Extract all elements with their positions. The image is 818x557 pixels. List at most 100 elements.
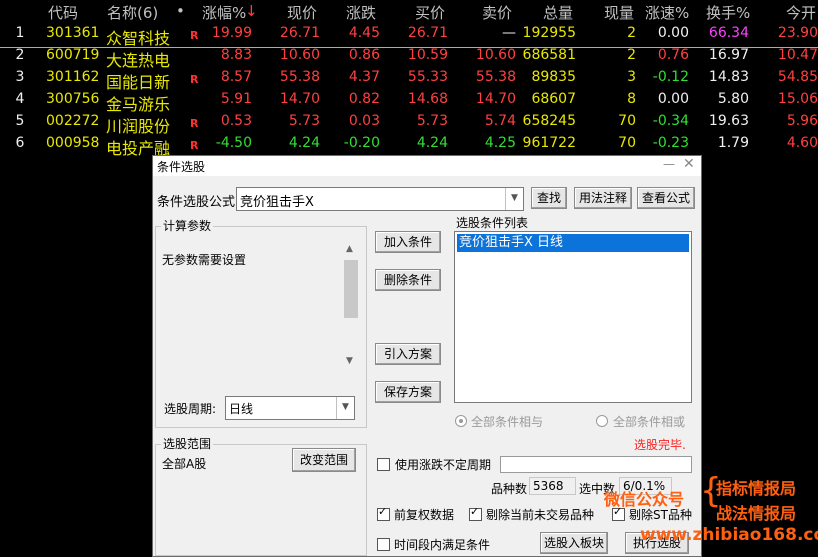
- cell-chg: 4.45: [348, 25, 380, 41]
- cell-code: 301162: [46, 69, 100, 85]
- cell-vol: 658245: [522, 113, 576, 129]
- view-formula-button[interactable]: 查看公式: [637, 187, 695, 209]
- cell-bid: 5.73: [416, 113, 448, 129]
- cell-chg: 4.37: [348, 69, 380, 85]
- period-meet-checkbox[interactable]: [377, 538, 390, 551]
- col-ask[interactable]: 卖价: [482, 2, 512, 23]
- radio-or-label: 全部条件相或: [613, 415, 686, 429]
- chevron-up-icon[interactable]: ▲: [346, 244, 353, 254]
- cell-ask: 14.70: [475, 91, 516, 107]
- cell-code: 000958: [46, 135, 100, 151]
- minimize-icon[interactable]: —: [663, 157, 675, 171]
- cell-pct: 8.57: [220, 69, 252, 85]
- cell-flag: R: [190, 29, 199, 42]
- col-pct[interactable]: 涨幅%: [202, 2, 246, 23]
- cell-name: 大连热电: [106, 51, 171, 70]
- cell-price: 4.24: [288, 135, 320, 151]
- cell-vol: 68607: [531, 91, 576, 107]
- params-scrollbar[interactable]: ▲ ▼: [343, 244, 359, 371]
- cell-idx: 3: [15, 69, 25, 85]
- watermark-line2: 指标情报局: [716, 479, 797, 498]
- cell-ask: 10.60: [475, 47, 516, 63]
- col-name[interactable]: 名称(6): [107, 2, 158, 23]
- watermark-wechat: 微信公众号: [604, 490, 685, 509]
- cell-name: 国能日新: [106, 73, 171, 92]
- col-price[interactable]: 现价: [287, 2, 317, 23]
- cell-chg: 0.03: [348, 113, 380, 129]
- table-row[interactable]: 5 002272 川润股份 R 0.53 5.73 0.03 5.73 5.74 658245 70…: [0, 113, 818, 136]
- dialog-titlebar[interactable]: 条件选股 — ✕: [153, 156, 701, 176]
- chevron-down-icon[interactable]: ▼: [505, 188, 523, 210]
- add-to-block-button[interactable]: 选股入板块: [540, 532, 608, 554]
- params-label: 计算参数: [161, 217, 214, 234]
- period-meet-label: 时间段内满足条件: [394, 538, 491, 552]
- cell-idx: 2: [15, 47, 25, 63]
- period-select[interactable]: 日线 ▼: [225, 396, 355, 420]
- cell-cur: 2: [627, 47, 636, 63]
- chevron-down-icon[interactable]: ▼: [346, 356, 353, 366]
- cell-pct: -4.50: [215, 135, 252, 151]
- notrade-label: 剔除当前未交易品种: [486, 508, 595, 522]
- chevron-down-icon[interactable]: ▼: [336, 397, 354, 419]
- col-bid[interactable]: 买价: [415, 2, 445, 23]
- cell-speed: 0.00: [657, 25, 689, 41]
- col-open[interactable]: 今开: [786, 2, 816, 23]
- delete-condition-button[interactable]: 删除条件: [375, 269, 441, 291]
- cell-speed: -0.23: [652, 135, 689, 151]
- table-row[interactable]: 6 000958 电投产融 R -4.50 4.24 -0.20 4.24 4.25 961722…: [0, 135, 818, 158]
- radio-and[interactable]: [455, 415, 467, 427]
- cell-bid: 10.59: [407, 47, 448, 63]
- scroll-thumb[interactable]: [344, 260, 358, 318]
- cell-turn: 14.83: [708, 69, 749, 85]
- import-plan-button[interactable]: 引入方案: [375, 343, 441, 365]
- col-chg[interactable]: 涨跌: [346, 2, 376, 23]
- list-item[interactable]: 竞价狙击手X 日线: [457, 234, 689, 252]
- cell-chg: -0.20: [343, 135, 380, 151]
- uncertain-period-input[interactable]: [500, 456, 692, 473]
- cell-turn: 5.80: [717, 91, 749, 107]
- cell-vol: 192955: [522, 25, 576, 41]
- cell-bid: 4.24: [416, 135, 448, 151]
- cell-bid: 14.68: [407, 91, 448, 107]
- add-condition-button[interactable]: 加入条件: [375, 231, 441, 253]
- condition-list[interactable]: 竞价狙击手X 日线: [454, 231, 692, 403]
- sort-desc-icon: ↓: [245, 2, 258, 20]
- save-plan-button[interactable]: 保存方案: [375, 381, 441, 403]
- change-range-button[interactable]: 改变范围: [292, 448, 356, 472]
- range-label: 选股范围: [161, 435, 214, 452]
- table-row[interactable]: 4 300756 金马游乐 5.91 14.70 0.82 14.68 14.70 68607 8…: [0, 91, 818, 114]
- col-code[interactable]: 代码: [48, 2, 78, 23]
- usage-note-button[interactable]: 用法注释: [574, 187, 632, 209]
- formula-select[interactable]: 竞价狙击手X ▼: [236, 187, 524, 211]
- cell-code: 002272: [46, 113, 100, 129]
- cell-open: 10.47: [777, 47, 818, 63]
- count-value: 5368: [529, 477, 576, 495]
- cell-price: 55.38: [279, 69, 320, 85]
- cell-idx: 4: [15, 91, 25, 107]
- fq-checkbox[interactable]: [377, 505, 390, 521]
- col-cur[interactable]: 现量: [604, 2, 634, 23]
- watermark-line3: 战法情报局: [716, 504, 797, 523]
- notrade-checkbox[interactable]: [469, 505, 482, 521]
- cell-pct: 8.83: [220, 47, 252, 63]
- cell-pct: 19.99: [211, 25, 252, 41]
- cell-code: 300756: [46, 91, 100, 107]
- cell-code: 600719: [46, 47, 100, 63]
- cell-price: 10.60: [279, 47, 320, 63]
- col-turn[interactable]: 换手%: [706, 2, 750, 23]
- radio-or[interactable]: [596, 415, 608, 427]
- close-icon[interactable]: ✕: [683, 156, 695, 172]
- cell-flag: R: [190, 73, 199, 86]
- col-vol[interactable]: 总量: [543, 2, 573, 23]
- find-button[interactable]: 查找: [531, 187, 567, 209]
- table-row[interactable]: 3 301162 国能日新 R 8.57 55.38 4.37 55.33 55.38 89835…: [0, 69, 818, 92]
- col-speed[interactable]: 涨速%: [645, 2, 689, 23]
- dialog-title: 条件选股: [157, 160, 206, 174]
- cell-price: 5.73: [288, 113, 320, 129]
- period-label: 选股周期:: [164, 402, 217, 416]
- table-row[interactable]: 2 600719 大连热电 8.83 10.60 0.86 10.59 10.60 686581…: [0, 47, 818, 70]
- table-row[interactable]: 1 301361 众智科技 R 19.99 26.71 4.45 26.71 — 192955 2 0…: [0, 25, 818, 48]
- cell-price: 14.70: [279, 91, 320, 107]
- uncertain-period-checkbox[interactable]: [377, 458, 390, 471]
- cell-idx: 1: [15, 25, 25, 41]
